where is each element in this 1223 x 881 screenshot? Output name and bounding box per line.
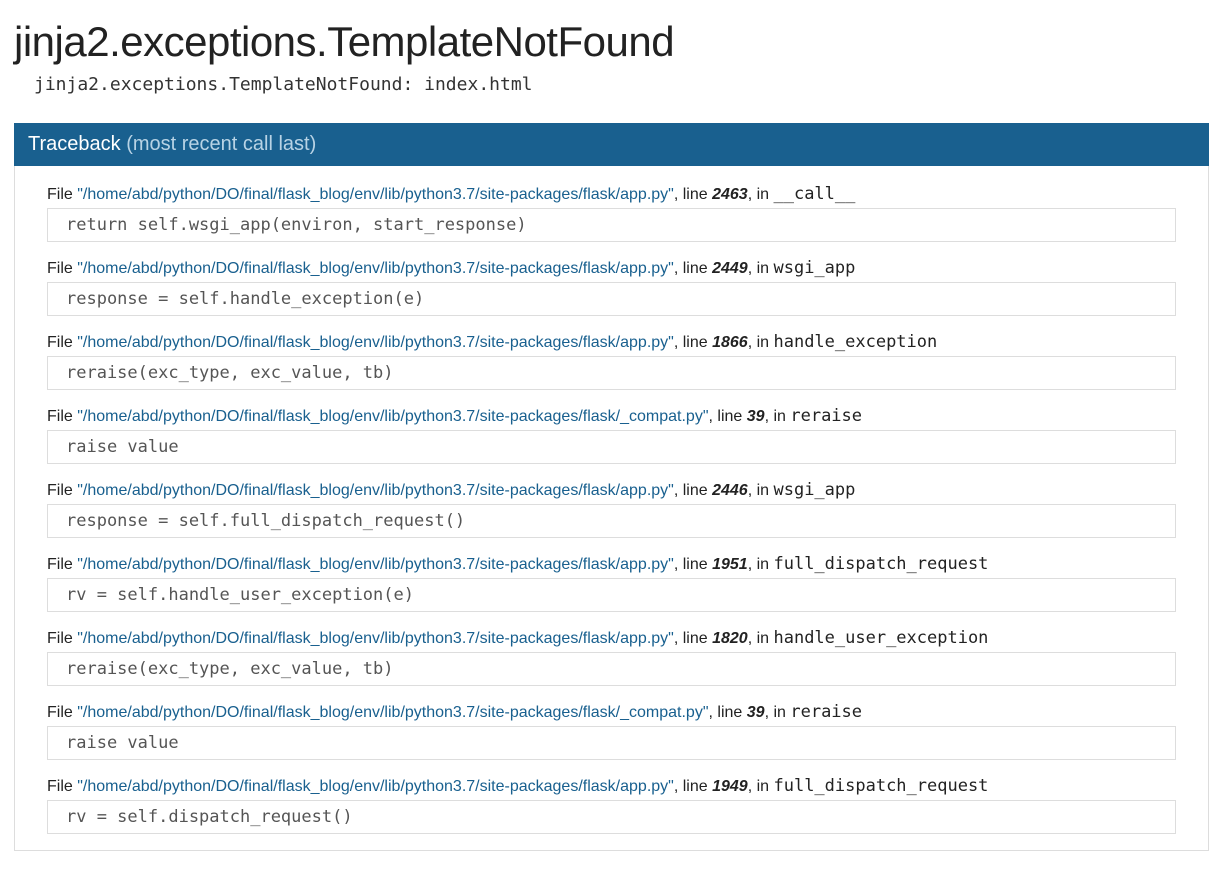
stack-frame[interactable]: File "/home/abd/python/DO/final/flask_bl… [47,332,1176,390]
file-label: File [47,556,73,573]
frame-head: File "/home/abd/python/DO/final/flask_bl… [47,184,1176,204]
function-name: __call__ [773,184,855,204]
file-path: "/home/abd/python/DO/final/flask_blog/en… [77,778,674,795]
code-line[interactable]: response = self.handle_exception(e) [47,282,1176,316]
file-label: File [47,408,73,425]
line-number: 39 [747,704,765,721]
function-name: wsgi_app [773,480,855,500]
sep: , in [748,778,774,795]
sep: , in [748,482,774,499]
sep: , line [674,778,712,795]
stack-frame[interactable]: File "/home/abd/python/DO/final/flask_bl… [47,702,1176,760]
sep: , line [674,260,712,277]
traceback-header: Traceback (most recent call last) [14,123,1209,166]
code-line[interactable]: response = self.full_dispatch_request() [47,504,1176,538]
sep: , in [765,408,791,425]
file-path: "/home/abd/python/DO/final/flask_blog/en… [77,482,674,499]
code-line[interactable]: raise value [47,430,1176,464]
file-label: File [47,630,73,647]
stack-frame[interactable]: File "/home/abd/python/DO/final/flask_bl… [47,258,1176,316]
frame-head: File "/home/abd/python/DO/final/flask_bl… [47,332,1176,352]
function-name: handle_user_exception [773,628,988,648]
code-line[interactable]: return self.wsgi_app(environ, start_resp… [47,208,1176,242]
stack-frame[interactable]: File "/home/abd/python/DO/final/flask_bl… [47,776,1176,834]
line-number: 2446 [712,482,748,499]
code-line[interactable]: reraise(exc_type, exc_value, tb) [47,652,1176,686]
stack-frame[interactable]: File "/home/abd/python/DO/final/flask_bl… [47,406,1176,464]
stack-frame[interactable]: File "/home/abd/python/DO/final/flask_bl… [47,628,1176,686]
sep: , line [674,334,712,351]
file-path: "/home/abd/python/DO/final/flask_blog/en… [77,630,674,647]
frame-head: File "/home/abd/python/DO/final/flask_bl… [47,406,1176,426]
exception-title: jinja2.exceptions.TemplateNotFound [14,18,1209,66]
sep: , line [674,186,712,203]
sep: , line [709,704,747,721]
sep: , line [674,556,712,573]
file-label: File [47,704,73,721]
line-number: 2449 [712,260,748,277]
frame-head: File "/home/abd/python/DO/final/flask_bl… [47,628,1176,648]
line-number: 1949 [712,778,748,795]
line-number: 1866 [712,334,748,351]
file-label: File [47,778,73,795]
traceback-body: File "/home/abd/python/DO/final/flask_bl… [14,166,1209,851]
stack-frame[interactable]: File "/home/abd/python/DO/final/flask_bl… [47,554,1176,612]
code-line[interactable]: reraise(exc_type, exc_value, tb) [47,356,1176,390]
frame-head: File "/home/abd/python/DO/final/flask_bl… [47,258,1176,278]
sep: , in [748,556,774,573]
function-name: wsgi_app [773,258,855,278]
code-line[interactable]: rv = self.handle_user_exception(e) [47,578,1176,612]
file-label: File [47,334,73,351]
sep: , in [765,704,791,721]
sep: , in [748,186,774,203]
function-name: reraise [790,702,862,722]
sep: , line [674,630,712,647]
frame-head: File "/home/abd/python/DO/final/flask_bl… [47,776,1176,796]
line-number: 2463 [712,186,748,203]
exception-line: jinja2.exceptions.TemplateNotFound: inde… [34,74,1209,95]
stack-frame[interactable]: File "/home/abd/python/DO/final/flask_bl… [47,480,1176,538]
line-number: 1820 [712,630,748,647]
traceback-label: Traceback [28,133,121,155]
file-path: "/home/abd/python/DO/final/flask_blog/en… [77,556,674,573]
sep: , line [709,408,747,425]
stack-frame[interactable]: File "/home/abd/python/DO/final/flask_bl… [47,184,1176,242]
traceback-paren: (most recent call last) [126,133,316,155]
line-number: 1951 [712,556,748,573]
function-name: full_dispatch_request [773,776,988,796]
code-line[interactable]: rv = self.dispatch_request() [47,800,1176,834]
sep: , in [748,334,774,351]
frame-head: File "/home/abd/python/DO/final/flask_bl… [47,554,1176,574]
file-label: File [47,482,73,499]
file-path: "/home/abd/python/DO/final/flask_blog/en… [77,186,674,203]
sep: , in [748,260,774,277]
line-number: 39 [747,408,765,425]
function-name: reraise [790,406,862,426]
sep: , line [674,482,712,499]
file-path: "/home/abd/python/DO/final/flask_blog/en… [77,704,708,721]
file-label: File [47,186,73,203]
sep: , in [748,630,774,647]
code-line[interactable]: raise value [47,726,1176,760]
file-path: "/home/abd/python/DO/final/flask_blog/en… [77,334,674,351]
file-path: "/home/abd/python/DO/final/flask_blog/en… [77,408,708,425]
file-path: "/home/abd/python/DO/final/flask_blog/en… [77,260,674,277]
function-name: full_dispatch_request [773,554,988,574]
file-label: File [47,260,73,277]
frame-head: File "/home/abd/python/DO/final/flask_bl… [47,702,1176,722]
function-name: handle_exception [773,332,937,352]
frame-head: File "/home/abd/python/DO/final/flask_bl… [47,480,1176,500]
